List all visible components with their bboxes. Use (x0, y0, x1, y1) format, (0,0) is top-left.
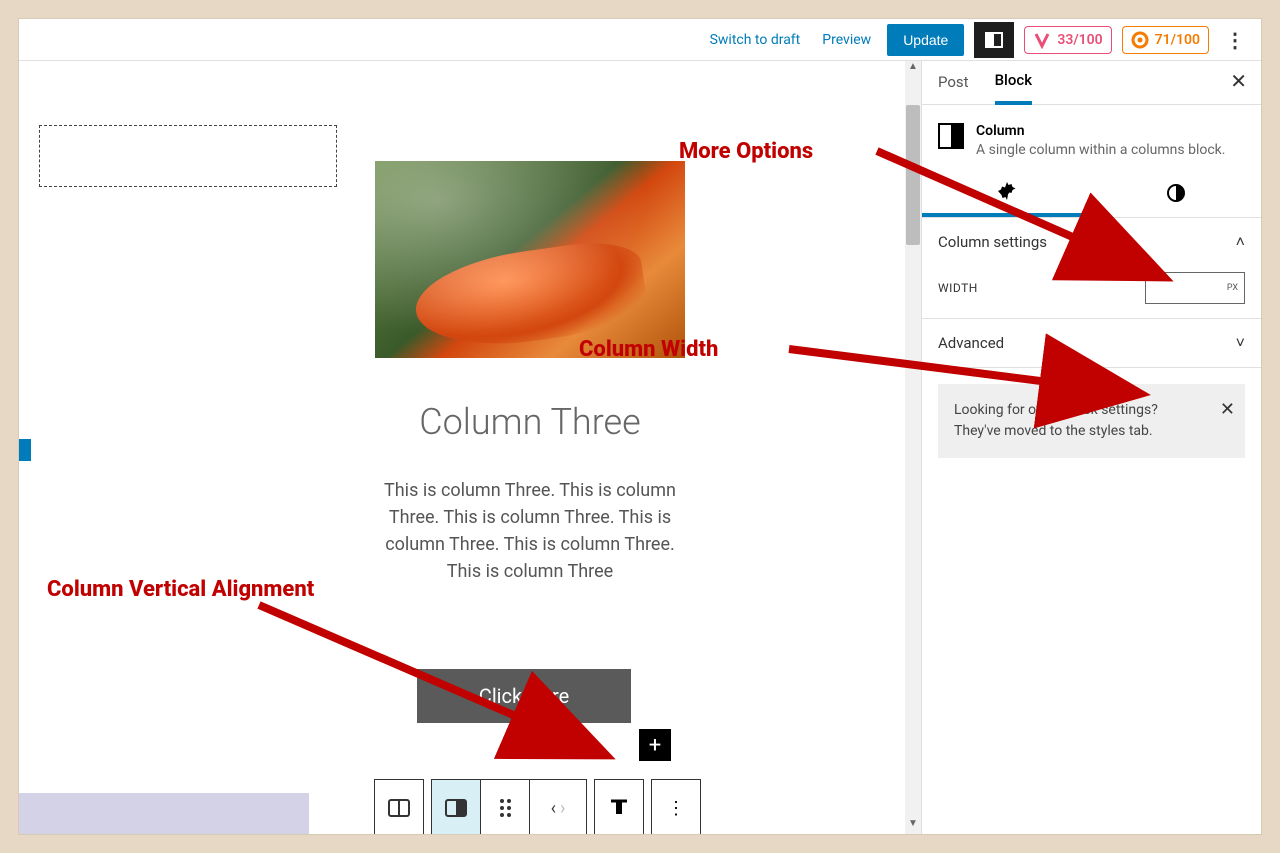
advanced-panel: Advanced ˅ (922, 319, 1261, 368)
styles-tab[interactable] (1092, 169, 1262, 217)
update-button[interactable]: Update (887, 24, 964, 56)
move-buttons[interactable]: ‹ › (529, 779, 587, 834)
column-block-button[interactable] (431, 779, 481, 834)
settings-sidebar: Post Block ✕ Column A single column with… (921, 61, 1261, 834)
width-input[interactable]: PX (1145, 272, 1245, 304)
scroll-down-button[interactable]: ▼ (905, 818, 921, 834)
scrollbar-thumb[interactable] (906, 105, 920, 245)
seo-score-value: 33/100 (1057, 32, 1102, 48)
empty-column-placeholder[interactable] (39, 125, 337, 187)
advanced-toggle[interactable]: Advanced ˅ (938, 333, 1245, 353)
tab-post[interactable]: Post (938, 73, 969, 103)
editor-canvas[interactable]: ▲ ▼ Column Three This is column Three. T… (19, 61, 921, 834)
column-image[interactable] (375, 161, 685, 358)
tab-block[interactable]: Block (995, 71, 1032, 105)
chevron-down-icon: ˅ (1236, 333, 1245, 353)
move-left-icon[interactable]: ‹ (551, 798, 556, 819)
block-name: Column (976, 123, 1225, 139)
block-summary: Column A single column within a columns … (922, 105, 1261, 169)
move-right-icon: › (560, 798, 565, 819)
readability-score-value: 71/100 (1155, 32, 1200, 48)
block-description: A single column within a columns block. (976, 141, 1225, 161)
parent-columns-button[interactable] (374, 779, 424, 834)
vertical-align-button[interactable] (594, 779, 644, 834)
scrollbar-track[interactable]: ▲ ▼ (905, 61, 921, 834)
preview-link[interactable]: Preview (816, 32, 877, 48)
chevron-up-icon: ˄ (1236, 232, 1245, 252)
seo-score-badge[interactable]: 33/100 (1024, 26, 1111, 54)
settings-tab[interactable] (922, 169, 1092, 217)
gear-icon (997, 181, 1017, 201)
close-sidebar-button[interactable]: ✕ (1230, 69, 1247, 93)
column-settings-toggle[interactable]: Column settings ˄ (938, 232, 1245, 252)
panel-title: Advanced (938, 334, 1004, 352)
contrast-icon (1166, 183, 1186, 203)
width-label: WIDTH (938, 281, 978, 295)
seo-icon (1033, 31, 1051, 49)
column-paragraph[interactable]: This is column Three. This is column Thr… (375, 477, 685, 585)
options-menu-button[interactable]: ⋮ (1219, 28, 1251, 52)
inspector-tabs (922, 169, 1261, 218)
drag-handle[interactable] (480, 779, 530, 834)
readability-score-badge[interactable]: 71/100 (1122, 26, 1209, 54)
cta-button[interactable]: Click Here (417, 669, 631, 723)
width-unit[interactable]: PX (1227, 283, 1238, 293)
scroll-up-button[interactable]: ▲ (905, 61, 921, 77)
target-icon (1131, 31, 1149, 49)
adjacent-column-preview (19, 793, 309, 834)
styles-moved-notice: Looking for other block settings? They'v… (938, 384, 1245, 458)
dismiss-notice-button[interactable]: ✕ (1220, 396, 1235, 423)
contrast-toggle-button[interactable] (974, 22, 1014, 58)
notice-text: Looking for other block settings? They'v… (954, 402, 1158, 439)
column-settings-panel: Column settings ˄ WIDTH PX (922, 218, 1261, 319)
sidebar-tabs: Post Block ✕ (922, 61, 1261, 105)
editor-header: Switch to draft Preview Update 33/100 71… (19, 19, 1261, 61)
switch-draft-link[interactable]: Switch to draft (704, 32, 807, 48)
column-heading[interactable]: Column Three (375, 401, 685, 443)
panel-title: Column settings (938, 233, 1047, 251)
block-toolbar: ‹ › ⋮ (375, 779, 701, 834)
column-icon (938, 123, 964, 149)
block-more-options-button[interactable]: ⋮ (651, 779, 701, 834)
selection-handle[interactable] (19, 439, 31, 461)
add-block-button[interactable]: + (639, 729, 671, 761)
